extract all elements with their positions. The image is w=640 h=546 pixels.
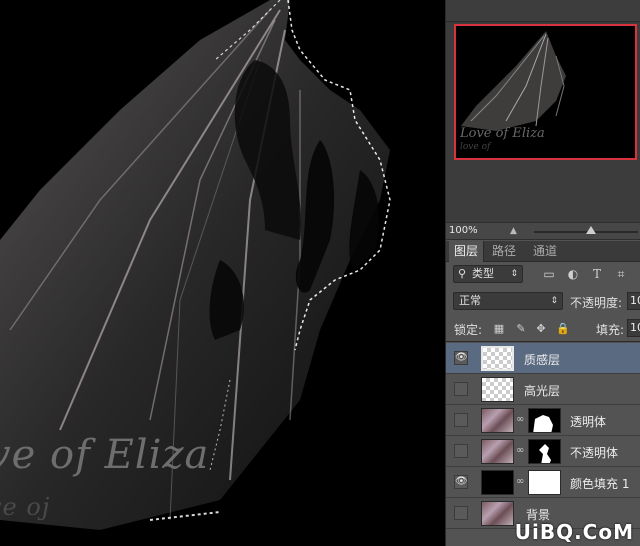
tab-channels[interactable]: 通道: [528, 241, 562, 262]
tab-layers[interactable]: 图层: [449, 241, 485, 262]
layer-filter-row: ⚲ 类型 ⇕ ▭ ◐ T ⌗: [446, 262, 640, 288]
dropdown-arrow-icon: ⇕: [550, 296, 558, 306]
eye-icon[interactable]: 👁: [454, 475, 468, 489]
opacity-input[interactable]: 100%: [627, 292, 640, 310]
lock-row: 锁定: ▦ ✎ ✥ 🔒 填充: 100%: [446, 314, 640, 342]
layer-thumbnail: [481, 346, 514, 371]
navigator-zoom-bar: 100% ▲: [446, 222, 640, 240]
layer-row[interactable]: ∞ 不透明体: [446, 436, 640, 467]
lock-label: 锁定:: [454, 323, 483, 337]
navigator-header: [446, 0, 640, 22]
search-icon: ⚲: [458, 267, 467, 280]
layer-mask-thumbnail[interactable]: [528, 408, 561, 433]
visibility-toggle[interactable]: [454, 444, 468, 458]
layer-name: 高光层: [524, 384, 561, 398]
blend-row: 正常 ⇕ 不透明度: 100%: [446, 288, 640, 314]
lock-position-icon[interactable]: ✥: [534, 322, 548, 336]
visibility-toggle[interactable]: [454, 382, 468, 396]
navigator-watermark-text-secondary: love of: [460, 142, 491, 152]
layer-thumbnail: [481, 439, 514, 464]
shape-filter-icon[interactable]: ⌗: [614, 267, 628, 281]
document-canvas[interactable]: ve of Eliza ve oj: [0, 0, 445, 546]
layer-row[interactable]: 👁 质感层: [446, 343, 640, 374]
blend-mode-select[interactable]: 正常 ⇕: [453, 292, 563, 310]
opacity-label: 不透明度:: [570, 296, 623, 310]
layer-thumbnail: [481, 501, 514, 526]
tab-paths[interactable]: 路径: [487, 241, 521, 262]
image-filter-icon[interactable]: ▭: [542, 267, 556, 281]
layer-row[interactable]: ∞ 透明体: [446, 405, 640, 436]
layer-name: 质感层: [524, 353, 561, 367]
layer-mask-thumbnail[interactable]: [528, 470, 561, 495]
navigator-panel: Love of Eliza love of: [446, 22, 640, 222]
layers-list: 👁 质感层 高光层 ∞ 透明体 ∞ 不透明体 👁 ∞ 颜色填充 1 背景: [446, 343, 640, 529]
layer-filter-label: 类型: [472, 267, 494, 280]
eye-icon[interactable]: 👁: [454, 351, 468, 365]
chain-link-icon[interactable]: ∞: [516, 445, 524, 456]
zoom-out-icon[interactable]: ▲: [510, 226, 517, 236]
navigator-thumbnail[interactable]: Love of Eliza love of: [454, 24, 637, 160]
chain-link-icon[interactable]: ∞: [516, 476, 524, 487]
site-watermark: UiBQ.CoM: [514, 520, 634, 544]
layer-name: 颜色填充 1: [570, 477, 630, 491]
zoom-slider-handle[interactable]: [586, 226, 596, 234]
navigator-watermark-text: Love of Eliza: [460, 126, 545, 141]
layer-thumbnail: [481, 408, 514, 433]
dropdown-arrow-icon: ⇕: [510, 269, 518, 279]
visibility-toggle[interactable]: [454, 506, 468, 520]
mask-shape: [533, 415, 553, 432]
fill-input[interactable]: 100%: [627, 319, 640, 337]
layers-panel-tabs: 图层 路径 通道: [446, 241, 640, 262]
layer-name: 透明体: [570, 415, 607, 429]
canvas-watermark-text-secondary: ve oj: [0, 493, 51, 521]
lock-image-pixels-icon[interactable]: ✎: [514, 322, 528, 336]
layer-filter-select[interactable]: ⚲ 类型 ⇕: [453, 265, 523, 283]
layer-thumbnail: [481, 470, 514, 495]
layer-row[interactable]: 👁 ∞ 颜色填充 1: [446, 467, 640, 498]
mask-shape: [539, 444, 551, 463]
adjustment-filter-icon[interactable]: ◐: [566, 267, 580, 281]
layer-row[interactable]: 高光层: [446, 374, 640, 405]
fill-label: 填充:: [596, 323, 625, 337]
canvas-watermark-text: ve of Eliza: [0, 432, 210, 478]
lock-transparent-pixels-icon[interactable]: ▦: [492, 322, 506, 336]
zoom-level[interactable]: 100%: [449, 225, 478, 236]
visibility-toggle[interactable]: [454, 413, 468, 427]
chain-link-icon[interactable]: ∞: [516, 414, 524, 425]
type-filter-icon[interactable]: T: [590, 267, 604, 281]
layer-thumbnail: [481, 377, 514, 402]
layer-name: 不透明体: [570, 446, 619, 460]
blend-mode-value: 正常: [459, 294, 481, 307]
right-panel: Love of Eliza love of 100% ▲ 图层 路径 通道 ⚲ …: [445, 0, 640, 546]
lock-all-icon[interactable]: 🔒: [556, 322, 570, 336]
layer-mask-thumbnail[interactable]: [528, 439, 561, 464]
